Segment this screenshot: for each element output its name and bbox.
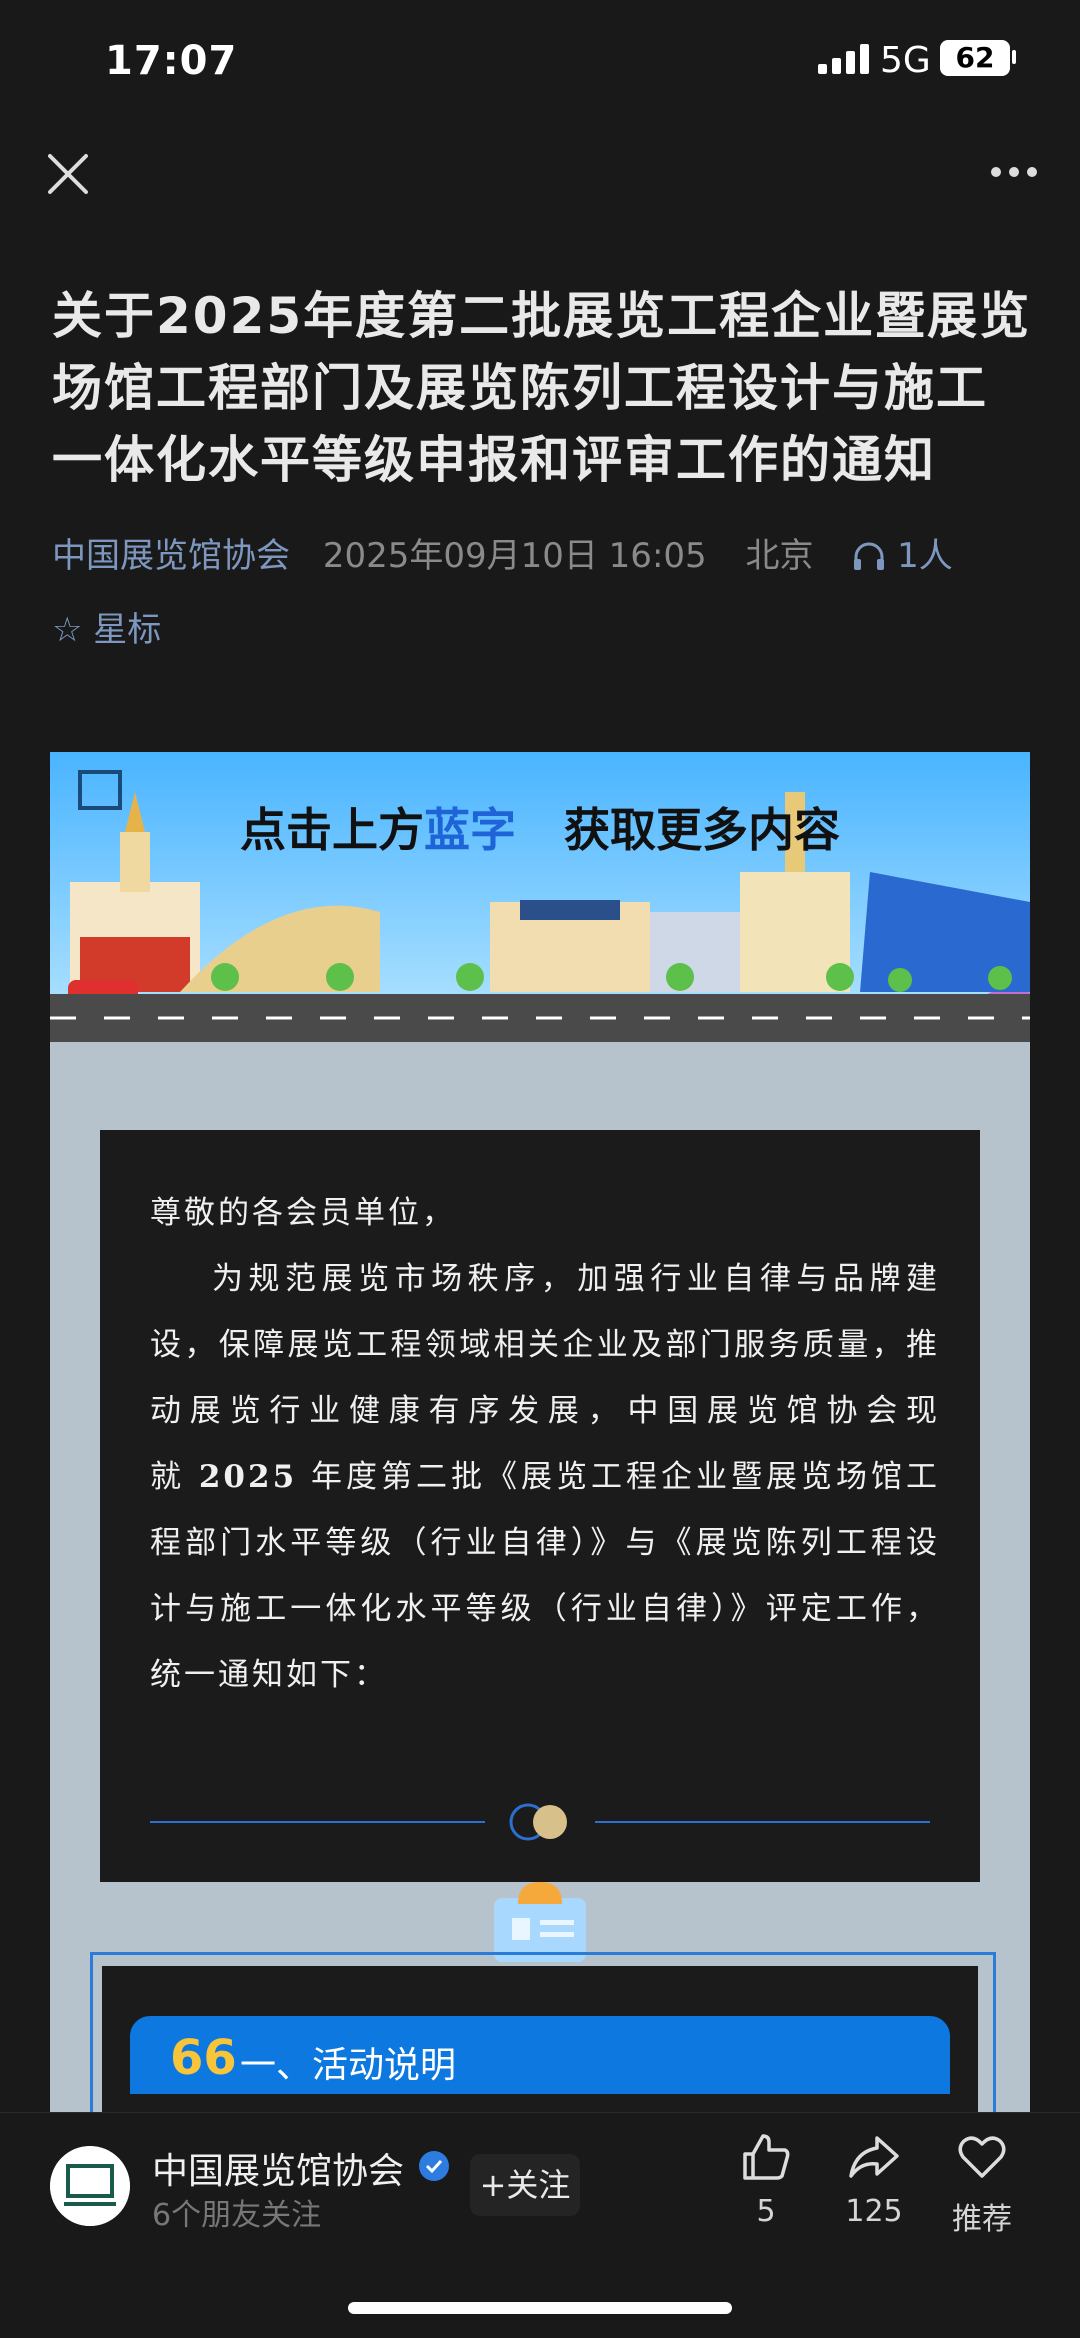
cec-logo [50,2146,130,2226]
banner-text-after: 获取更多内容 [564,803,841,857]
road-markings [50,1016,1030,1020]
ornamental-divider [150,1803,930,1841]
heart-icon [958,2136,1006,2178]
battery-tip [1012,50,1016,64]
recommend-label: 推荐 [952,2202,1012,2237]
follow-button[interactable]: +关注 [470,2154,580,2216]
status-time: 17:07 [105,38,238,84]
publish-datetime: 2025年09月10日 16:05 [322,536,707,576]
more-dots-icon[interactable] [990,160,1038,184]
network-label: 5G [880,40,931,81]
verified-icon [419,2151,449,2181]
listen-button[interactable]: 1人 [852,536,953,576]
road-strip [50,994,1030,1042]
star-icon: ☆ [52,610,83,650]
banner-text-before: 点击上方 [239,803,424,857]
quote-icon: 66 [170,2030,237,2086]
account-avatar[interactable] [50,2146,130,2226]
section-title: 一、活动说明 [240,2045,457,2086]
star-label: 星标 [93,610,162,650]
share-button[interactable]: 125 [814,2130,934,2229]
like-button[interactable]: 5 [706,2130,826,2229]
publish-location: 北京 [745,536,814,576]
header-banner[interactable]: 点击上方蓝字 获取更多内容 [50,752,1030,1042]
close-icon[interactable] [46,152,90,196]
share-count: 125 [845,2194,903,2229]
share-icon [849,2136,899,2178]
signal-icon [818,44,869,74]
battery-icon: 62 [940,40,1010,76]
thumbs-up-icon [743,2134,790,2180]
article-title: 关于2025年度第二批展览工程企业暨展览场馆工程部门及展览陈列工程设计与施工一体… [52,287,1032,489]
followers-text: 6个朋友关注 [152,2198,322,2233]
listen-count: 1人 [897,536,953,576]
article-content: 点击上方蓝字 获取更多内容 尊敬的各会员单位， 为规范展览市场秩序，加强行业自律… [50,752,1030,2112]
notice-year: 2025 [198,1459,298,1495]
article-meta: 中国展览馆协会 2025年09月10日 16:05 北京 1人 [52,528,953,577]
banner-caption: 点击上方蓝字 获取更多内容 [50,794,1030,860]
notice-greeting: 尊敬的各会员单位， [150,1195,456,1231]
bottom-account-name[interactable]: 中国展览馆协会 [152,2142,404,2194]
notice-paragraph: 为规范展览市场秩序，加强行业自律与品牌建设，保障展览工程领域相关企业及部门服务质… [150,1246,940,1708]
recommend-button[interactable]: 推荐 [922,2130,1042,2238]
like-count: 5 [756,2194,776,2229]
banner-text-blue: 蓝字 [423,803,516,857]
headphones-icon [854,542,885,570]
clipboard-icon [494,1882,586,1962]
notice-text: 尊敬的各会员单位， 为规范展览市场秩序，加强行业自律与品牌建设，保障展览工程领域… [150,1180,940,1708]
notice-box: 尊敬的各会员单位， 为规范展览市场秩序，加强行业自律与品牌建设，保障展览工程领域… [100,1130,980,1882]
star-button[interactable]: ☆ 星标 [52,602,161,651]
home-indicator[interactable] [348,2302,732,2314]
account-link[interactable]: 中国展览馆协会 [52,536,290,576]
